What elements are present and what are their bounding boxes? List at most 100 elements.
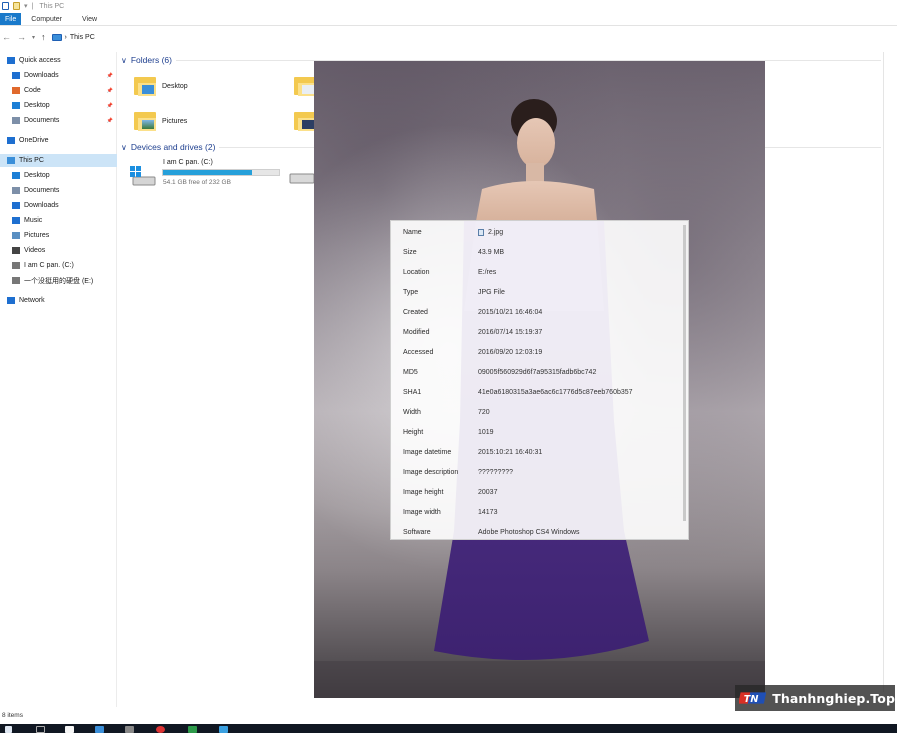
quick-access-dropdown-icon[interactable]: ▾ [24, 2, 28, 10]
desktop-icon [12, 102, 20, 109]
sidebar-item[interactable]: Desktop [0, 169, 117, 182]
metadata-key: Modified [403, 328, 430, 336]
metadata-row: Location E:/res [403, 266, 673, 278]
metadata-value: Adobe Photoshop CS4 Windows [478, 528, 580, 536]
app-icon[interactable] [125, 726, 134, 733]
videos-icon [12, 247, 20, 254]
sidebar-item[interactable]: Desktop 📌 [0, 99, 117, 112]
new-folder-icon[interactable] [13, 2, 20, 10]
sidebar-item[interactable]: I am C pan. (C:) [0, 259, 117, 272]
sidebar-item[interactable]: Network [0, 294, 117, 307]
pictures-folder-icon [134, 110, 158, 132]
app-green-icon[interactable] [188, 726, 197, 733]
tab-view[interactable]: View [72, 13, 107, 25]
pin-icon[interactable]: 📌 [107, 118, 113, 124]
desktop-icon [12, 172, 20, 179]
watermark-text: Thanhnghiep.Top [772, 690, 895, 706]
sidebar-item[interactable]: Code 📌 [0, 84, 117, 97]
app-blue-icon[interactable] [219, 726, 228, 733]
metadata-row: Created 2015/10/21 16:46:04 [403, 306, 673, 318]
metadata-row: Software Adobe Photoshop CS4 Windows [403, 526, 673, 538]
metadata-row: Width 720 [403, 406, 673, 418]
properties-icon[interactable] [2, 2, 9, 10]
metadata-row: Image height 20037 [403, 486, 673, 498]
sidebar-item-label: Downloads [24, 72, 59, 79]
breadcrumb-this-pc[interactable]: This PC [70, 34, 95, 41]
metadata-value: ????????? [478, 468, 514, 476]
recent-locations-chevron-icon[interactable]: ▾ [32, 34, 35, 41]
folder-name: Pictures [162, 118, 188, 125]
sidebar-item[interactable]: Downloads 📌 [0, 69, 117, 82]
metadata-value: E:/res [478, 268, 497, 276]
sidebar-item[interactable]: Pictures [0, 229, 117, 242]
metadata-value-wrap: 09005f560929d6f7a95315fadb6bc742 [478, 369, 596, 376]
sidebar-item[interactable]: 一个没挺用的硬盘 (E:) [0, 274, 117, 287]
back-arrow-icon[interactable]: ← [2, 32, 11, 42]
explorer-app-icon[interactable] [95, 726, 104, 733]
metadata-row: Name 2.jpg [403, 226, 673, 238]
breadcrumb-separator: › [64, 33, 67, 41]
sidebar-item[interactable]: OneDrive [0, 134, 117, 147]
sidebar-item-label: Desktop [24, 102, 50, 109]
sidebar-item-label: I am C pan. (C:) [24, 262, 74, 269]
drive-name: I am C pan. (C:) [163, 159, 213, 166]
metadata-key: Height [403, 428, 424, 436]
download-icon [12, 202, 20, 209]
sidebar-item[interactable]: Quick access [0, 54, 117, 67]
metadata-row: Accessed 2016/09/20 12:03:19 [403, 346, 673, 358]
tab-computer[interactable]: Computer [21, 13, 72, 25]
taskbar [0, 724, 897, 733]
metadata-row: MD5 09005f560929d6f7a95315fadb6bc742 [403, 366, 673, 378]
start-windows-icon[interactable] [5, 726, 12, 733]
pin-icon[interactable]: 📌 [107, 73, 113, 79]
metadata-value-wrap: Adobe Photoshop CS4 Windows [478, 529, 580, 536]
sidebar-item[interactable]: Documents 📌 [0, 114, 117, 127]
forward-arrow-icon[interactable]: → [17, 32, 26, 42]
star-icon [7, 57, 15, 64]
file-metadata-panel: Name 2.jpg Size 43.9 MB Location E:/res Type JP… [390, 220, 689, 540]
pin-icon[interactable]: 📌 [107, 103, 113, 109]
breadcrumb[interactable]: › This PC [51, 33, 95, 41]
metadata-value: 720 [478, 408, 490, 416]
metadata-value-wrap: 2.jpg [478, 228, 504, 236]
up-arrow-icon[interactable]: ↑ [41, 32, 46, 42]
metadata-value: 43.9 MB [478, 248, 505, 256]
metadata-row: Image description????????? [403, 466, 673, 478]
browser-icon[interactable] [156, 726, 165, 733]
sidebar-item-label: 一个没挺用的硬盘 (E:) [24, 277, 94, 285]
metadata-value: 09005f560929d6f7a95315fadb6bc742 [478, 368, 597, 376]
sidebar-item[interactable]: Documents [0, 184, 117, 197]
metadata-value-wrap: 2015:10:21 16:40:31 [478, 449, 542, 456]
metadata-value-wrap: 2016/07/14 15:19:37 [478, 329, 542, 336]
metadata-row: Image width 14173 [403, 506, 673, 518]
metadata-row: Size 43.9 MB [403, 246, 673, 258]
pin-icon[interactable]: 📌 [107, 88, 113, 94]
metadata-value: 2.jpg [488, 228, 504, 236]
sidebar-item[interactable]: Downloads [0, 199, 117, 212]
tab-file[interactable]: File [0, 13, 22, 25]
drive-e-icon[interactable] [289, 170, 317, 192]
document-app-icon[interactable] [65, 726, 74, 733]
documents-icon [12, 117, 20, 124]
sidebar-item-label: Documents [24, 187, 60, 194]
metadata-value-wrap: 20037 [478, 489, 497, 496]
drive-icon [12, 262, 20, 269]
metadata-key: Name [403, 228, 422, 236]
metadata-value: 14173 [478, 508, 498, 516]
sidebar-item[interactable]: Videos [0, 244, 117, 257]
collapse-chevron-icon[interactable]: ∨ [121, 56, 127, 65]
sidebar-item[interactable]: Music [0, 214, 117, 227]
documents-icon [12, 187, 20, 194]
title-bar: ▾ | This PC [0, 0, 897, 12]
address-bar: ← → ▾ ↑ › This PC [0, 30, 897, 44]
metadata-key: Image description [403, 468, 459, 476]
metadata-value-wrap: 1019 [478, 429, 494, 436]
sidebar-item[interactable]: This PC [0, 154, 117, 167]
task-view-icon[interactable] [36, 726, 45, 733]
watermark-logo: TN [739, 692, 767, 705]
metadata-scrollbar[interactable] [683, 225, 686, 521]
desktop-folder-icon [134, 75, 158, 97]
metadata-key: Size [403, 248, 417, 256]
collapse-chevron-icon[interactable]: ∨ [121, 143, 127, 152]
code-folder-icon [12, 87, 20, 94]
